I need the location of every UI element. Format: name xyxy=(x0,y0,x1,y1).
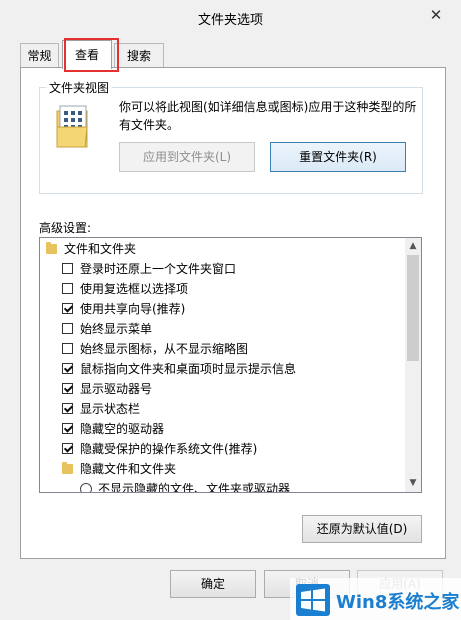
list-item-label: 文件和文件夹 xyxy=(64,242,137,256)
checkbox-unchecked[interactable] xyxy=(62,343,73,354)
list-item-label: 鼠标指向文件夹和桌面项时显示提示信息 xyxy=(80,362,297,376)
list-item-label: 显示状态栏 xyxy=(80,402,141,416)
checkbox-checked[interactable] xyxy=(62,443,73,454)
radio-button[interactable] xyxy=(80,483,92,492)
list-item-label: 不显示隐藏的文件、文件夹或驱动器 xyxy=(98,482,291,493)
list-item-label: 始终显示图标，从不显示缩略图 xyxy=(80,342,249,356)
advanced-settings-label: 高级设置: xyxy=(39,221,92,235)
windows-logo-icon xyxy=(296,584,330,616)
list-item-label: 隐藏空的驱动器 xyxy=(80,422,165,436)
checkbox-unchecked[interactable] xyxy=(62,263,73,274)
apply-to-folders-button[interactable]: 应用到文件夹(L) xyxy=(119,142,255,172)
scroll-thumb[interactable] xyxy=(407,255,419,361)
highlight-box xyxy=(64,38,119,72)
checkbox-unchecked[interactable] xyxy=(62,323,73,334)
list-item-label: 显示驱动器号 xyxy=(80,382,153,396)
reset-folders-button[interactable]: 重置文件夹(R) xyxy=(270,142,406,172)
checkbox-checked[interactable] xyxy=(62,363,73,374)
list-item-label: 登录时还原上一个文件夹窗口 xyxy=(80,262,237,276)
watermark-text: Win8系统之家 xyxy=(336,592,460,613)
list-item-label: 使用复选框以选择项 xyxy=(80,282,189,296)
window-title: 文件夹选项 xyxy=(197,13,263,28)
checkbox-checked[interactable] xyxy=(62,403,73,414)
checkbox-checked[interactable] xyxy=(62,303,73,314)
checkbox-unchecked[interactable] xyxy=(62,283,73,294)
list-item-label: 始终显示菜单 xyxy=(80,322,153,336)
ok-button[interactable]: 确定 xyxy=(170,570,256,598)
list-item-label: 使用共享向导(推荐) xyxy=(80,302,186,316)
advanced-settings-list[interactable]: 文件和文件夹登录时还原上一个文件夹窗口 使用复选框以选择项 使用共享向导(推荐) 始终… xyxy=(39,237,422,493)
list-item-label: 隐藏受保护的操作系统文件(推荐) xyxy=(80,442,258,456)
folder-icon xyxy=(46,242,57,254)
folder-view-icon xyxy=(56,105,88,148)
folder-views-description: 你可以将此视图(如详细信息或图标)应用于这种类型的所有文件夹。 xyxy=(119,100,417,132)
folder-views-label: 文件夹视图 xyxy=(46,79,113,96)
restore-defaults-button[interactable]: 还原为默认值(D) xyxy=(302,515,422,543)
close-icon[interactable]: ✕ xyxy=(422,4,450,26)
tab-search[interactable]: 搜索 xyxy=(114,43,164,67)
checkbox-checked[interactable] xyxy=(62,423,73,434)
folder-icon xyxy=(62,462,73,474)
tab-general[interactable]: 常规 xyxy=(20,43,59,67)
list-item-label: 隐藏文件和文件夹 xyxy=(80,462,177,476)
scroll-down-icon[interactable]: ▼ xyxy=(405,475,421,492)
checkbox-checked[interactable] xyxy=(62,383,73,394)
scroll-up-icon[interactable]: ▲ xyxy=(405,238,421,255)
